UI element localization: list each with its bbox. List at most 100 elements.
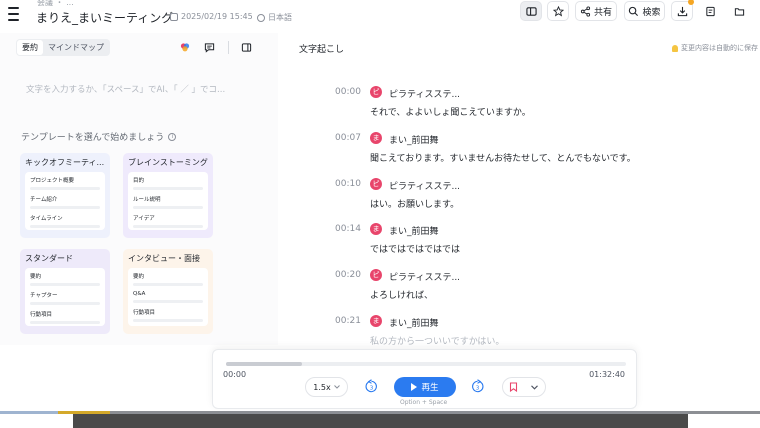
segment-text[interactable]: よろしければ、 [370,288,433,301]
toolbar-divider [228,41,229,54]
template-placeholder-bar [30,225,100,228]
tab-summary[interactable]: 要約 [17,40,43,55]
template-line: 目的 [133,178,145,184]
template-placeholder-bar [30,187,100,190]
collapse-panel-icon[interactable] [241,42,252,53]
language-text: 日本語 [268,13,292,22]
tab-mindmap[interactable]: マインドマップ [43,40,109,55]
speaker-avatar: ピ [370,86,382,98]
download-button[interactable] [671,0,694,21]
speaker-name[interactable]: ピラティスステ... [389,179,460,192]
notes-button[interactable] [699,1,721,21]
lightbulb-icon [672,44,678,52]
segment-text[interactable]: ではではではではでは [370,242,460,255]
template-line: 行動項目 [30,312,53,318]
total-time: 01:32:40 [589,370,625,379]
download-icon [677,6,687,16]
template-card[interactable]: キックオフミーティ... プロジェクト概要 チーム紹介 タイムライン [20,153,110,238]
download-badge [688,0,694,5]
template-card[interactable]: ブレインストーミング 目的 ルール説明 アイデア [123,153,213,238]
folder-button[interactable] [728,1,750,21]
bookmark-menu-button[interactable] [524,378,545,396]
meeting-date: 2025/02/19 15:45 [170,12,253,21]
top-bar: 会議 ・ ... まりえ_まいミーティング 2025/02/19 15:45 日… [0,0,760,33]
comment-icon[interactable] [204,42,215,53]
speaker-name[interactable]: ピラティスステ... [389,270,460,283]
speaker-name[interactable]: まい_前田舞 [389,133,439,146]
template-card-preview: 要約 Q&A 行動項目 [128,268,208,326]
share-label: 共有 [593,7,612,18]
templates-heading-text: テンプレートを選んで始めましょう [21,133,165,143]
split-view-icon [525,6,537,16]
transcript-title: 文字起こし [299,45,345,55]
segment-timestamp[interactable]: 00:07 [335,133,361,143]
template-line: ルール説明 [133,197,161,203]
progress-bar[interactable] [226,362,626,366]
bookmark-button[interactable] [503,378,524,396]
audio-player: 00:00 01:32:40 1.5x 3 再生 Option + Space … [212,349,637,409]
autosave-note-text: 変更内容は自動的に保存 [681,44,758,52]
summary-input[interactable]: 文字を入力するか、「スペース」でAI、「 ／ 」でコ... [26,83,225,95]
speaker-name[interactable]: まい_前田舞 [389,316,439,329]
summary-panel: 要約 マインドマップ 文字を入力するか、「スペース」でAI、「 ／ 」でコ...… [0,33,278,345]
page-title[interactable]: まりえ_まいミーティング [36,9,173,26]
share-button[interactable]: 共有 [575,1,617,21]
segment-timestamp[interactable]: 00:10 [335,179,361,189]
template-placeholder-bar [30,321,100,324]
template-card-title: ブレインストーミング [128,158,208,167]
template-card[interactable]: スタンダード 要約 チャプター 行動項目 [20,249,110,334]
play-button[interactable]: 再生 [394,377,456,397]
info-icon[interactable]: i [168,132,177,141]
template-placeholder-bar [30,206,100,209]
segment-timestamp[interactable]: 00:00 [335,87,361,97]
notes-icon [705,6,715,16]
folder-icon [734,7,744,16]
search-button[interactable]: 検索 [624,1,665,21]
search-label: 検索 [642,7,661,18]
ai-color-icon[interactable] [180,42,190,52]
bookmark-icon [509,382,518,392]
rewind-icon[interactable]: 3 [364,379,379,394]
template-card-title: スタンダード [25,254,73,263]
template-placeholder-bar [133,206,203,209]
speaker-avatar: ピ [370,178,382,190]
calendar-icon [170,12,178,21]
speaker-name[interactable]: まい_前田舞 [389,224,439,237]
segment-text[interactable]: はい。お願いします。 [370,197,459,210]
speed-selector[interactable]: 1.5x [305,377,348,397]
transcript-panel: 文字起こし 変更内容は自動的に保存 00:00 ピ ピラティスステ... それで… [278,33,760,347]
breadcrumb[interactable]: 会議 ・ ... [37,0,74,8]
segment-timestamp[interactable]: 00:21 [335,316,361,326]
share-icon [580,5,591,17]
chevron-down-icon [333,385,340,389]
speaker-avatar: ピ [370,269,382,281]
segment-text[interactable]: 私の方から一ついいですかはい。 [370,334,504,347]
progress-fill [226,362,302,366]
template-card-preview: 目的 ルール説明 アイデア [128,172,208,230]
segment-timestamp[interactable]: 00:14 [335,224,361,234]
template-card-title: インタビュー・面接 [128,254,200,263]
segment-timestamp[interactable]: 00:20 [335,270,361,280]
layout-toggle-button[interactable] [520,1,542,21]
meeting-date-text: 2025/02/19 15:45 [181,12,253,21]
template-placeholder-bar [133,319,203,322]
template-placeholder-bar [133,300,203,303]
template-placeholder-bar [133,283,203,286]
menu-icon[interactable] [6,7,22,21]
template-card-preview: プロジェクト概要 チーム紹介 タイムライン [25,172,105,230]
star-icon [552,5,564,16]
template-line: 要約 [133,274,145,280]
template-card[interactable]: インタビュー・面接 要約 Q&A 行動項目 [123,249,213,334]
forward-icon[interactable]: 3 [470,379,485,394]
template-placeholder-bar [30,283,100,286]
segment-text[interactable]: それで、よよいしょ聞こえていますか。 [370,105,531,118]
template-card-title: キックオフミーティ... [25,158,105,167]
segment-text[interactable]: 聞こえております。すいませんお待たせして、とんでもないです。 [370,151,636,164]
language-selector[interactable]: 日本語 [257,12,292,23]
template-line: チーム紹介 [30,197,58,203]
template-line: Q&A [133,291,146,297]
speaker-avatar: ま [370,223,382,235]
autosave-note: 変更内容は自動的に保存 [672,43,758,53]
speaker-name[interactable]: ピラティスステ... [389,87,460,100]
favorite-button[interactable] [547,1,569,21]
